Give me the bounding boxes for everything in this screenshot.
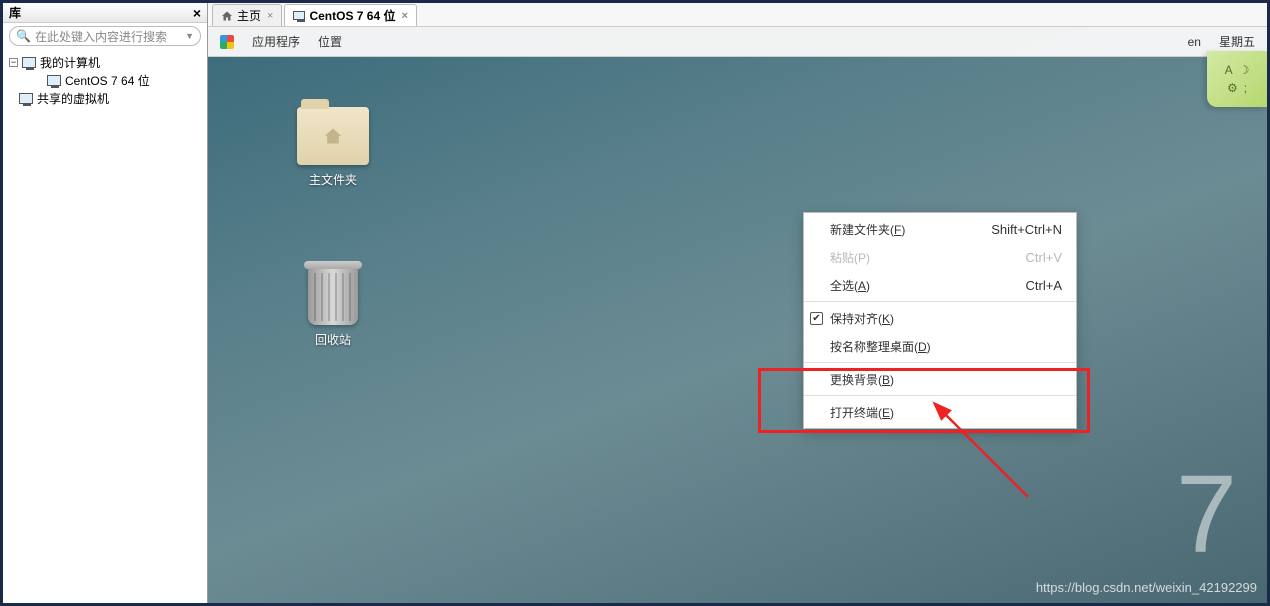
desktop-icon-home-folder[interactable]: 主文件夹 bbox=[288, 107, 378, 188]
shortcut: Ctrl+V bbox=[1026, 250, 1062, 265]
menu-open-terminal[interactable]: 打开终端(E) bbox=[804, 398, 1076, 426]
csdn-watermark: https://blog.csdn.net/weixin_42192299 bbox=[1036, 580, 1257, 595]
separator bbox=[804, 362, 1076, 363]
letter-a: A bbox=[1225, 63, 1233, 77]
home-icon bbox=[221, 10, 233, 22]
tree-item-shared[interactable]: 共享的虚拟机 bbox=[9, 89, 201, 107]
tab-bar: 主页 × CentOS 7 64 位 × bbox=[208, 3, 1267, 27]
vm-icon bbox=[19, 93, 33, 104]
menu-places[interactable]: 位置 bbox=[318, 33, 342, 50]
tree-root-my-computer[interactable]: − 我的计算机 bbox=[9, 53, 201, 71]
checkbox-icon: ✔ bbox=[810, 312, 823, 325]
computer-icon bbox=[22, 57, 36, 68]
menu-paste: 粘贴(P) Ctrl+V bbox=[804, 243, 1076, 271]
tab-label: 主页 bbox=[237, 7, 261, 24]
menu-organize-by-name[interactable]: 按名称整理桌面(D) bbox=[804, 332, 1076, 360]
main-area: 主页 × CentOS 7 64 位 × 应用程序 位置 en 星期五 主文件夹 bbox=[208, 3, 1267, 603]
tree-item-centos[interactable]: CentOS 7 64 位 bbox=[9, 71, 201, 89]
notification-widget[interactable]: A☽ ⚙; bbox=[1207, 51, 1267, 107]
activities-icon[interactable] bbox=[220, 35, 234, 49]
close-icon[interactable]: × bbox=[193, 5, 201, 21]
chevron-down-icon[interactable]: ▼ bbox=[185, 31, 194, 41]
input-language[interactable]: en bbox=[1188, 35, 1201, 49]
sidebar-tree: − 我的计算机 CentOS 7 64 位 共享的虚拟机 bbox=[3, 49, 207, 111]
close-icon[interactable]: × bbox=[267, 10, 273, 22]
separator bbox=[804, 395, 1076, 396]
folder-icon bbox=[297, 107, 369, 165]
library-sidebar: 库 × 🔍 在此处键入内容进行搜索 ▼ − 我的计算机 CentOS 7 64 … bbox=[3, 3, 208, 603]
menu-applications[interactable]: 应用程序 bbox=[252, 33, 300, 50]
tab-label: CentOS 7 64 位 bbox=[309, 7, 395, 24]
gnome-top-bar: 应用程序 位置 en 星期五 bbox=[208, 27, 1267, 57]
vm-icon bbox=[293, 11, 305, 20]
icon-label: 主文件夹 bbox=[288, 171, 378, 188]
search-input[interactable]: 🔍 在此处键入内容进行搜索 ▼ bbox=[9, 26, 201, 46]
vm-icon bbox=[47, 75, 61, 86]
clock-day[interactable]: 星期五 bbox=[1219, 33, 1255, 50]
sidebar-title: 库 bbox=[9, 4, 21, 21]
shortcut: Shift+Ctrl+N bbox=[991, 222, 1062, 237]
moon-icon: ☽ bbox=[1239, 63, 1250, 77]
collapse-icon[interactable]: − bbox=[9, 58, 18, 67]
desktop-icon-trash[interactable]: 回收站 bbox=[288, 267, 378, 348]
close-icon[interactable]: × bbox=[401, 10, 407, 22]
search-placeholder: 在此处键入内容进行搜索 bbox=[35, 28, 167, 45]
shortcut: Ctrl+A bbox=[1026, 278, 1062, 293]
tab-home[interactable]: 主页 × bbox=[212, 4, 282, 26]
sidebar-header: 库 × bbox=[3, 3, 207, 23]
tab-centos[interactable]: CentOS 7 64 位 × bbox=[284, 4, 416, 26]
menu-keep-aligned[interactable]: ✔ 保持对齐(K) bbox=[804, 304, 1076, 332]
icon-label: 回收站 bbox=[288, 331, 378, 348]
search-icon: 🔍 bbox=[16, 29, 31, 43]
menu-change-background[interactable]: 更换背景(B) bbox=[804, 365, 1076, 393]
menu-new-folder[interactable]: 新建文件夹(F) Shift+Ctrl+N bbox=[804, 215, 1076, 243]
tree-label: 共享的虚拟机 bbox=[37, 90, 109, 107]
menu-select-all[interactable]: 全选(A) Ctrl+A bbox=[804, 271, 1076, 299]
tree-label: CentOS 7 64 位 bbox=[65, 72, 150, 89]
sidebar-search-row: 🔍 在此处键入内容进行搜索 ▼ bbox=[3, 23, 207, 49]
tree-label: 我的计算机 bbox=[40, 54, 100, 71]
separator bbox=[804, 301, 1076, 302]
centos-7-watermark: 7 bbox=[1176, 451, 1237, 578]
gear-icon: ⚙ bbox=[1227, 81, 1238, 95]
trash-icon bbox=[308, 267, 358, 325]
vm-desktop[interactable]: 应用程序 位置 en 星期五 主文件夹 回收站 新建文件夹(F) Shift+C… bbox=[208, 27, 1267, 603]
desktop-context-menu: 新建文件夹(F) Shift+Ctrl+N 粘贴(P) Ctrl+V 全选(A)… bbox=[803, 212, 1077, 429]
